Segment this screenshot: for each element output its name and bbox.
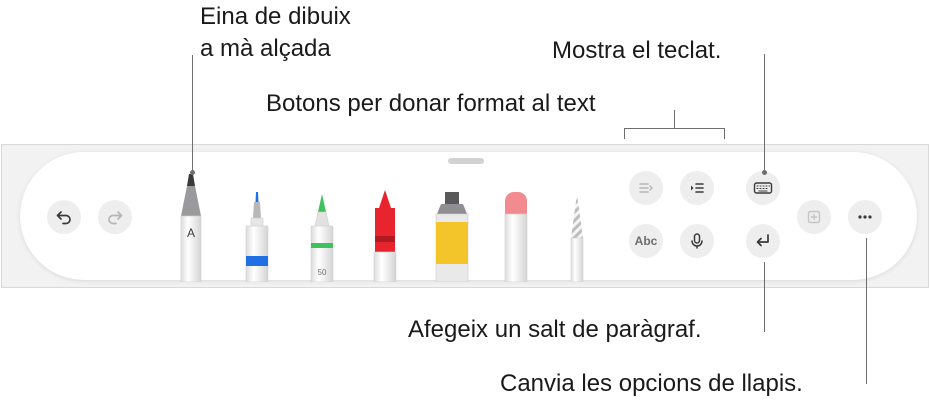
indent-button[interactable] [680,171,714,205]
return-icon [756,234,769,247]
pen-tool[interactable] [244,192,270,282]
handwriting-tool[interactable]: A [176,174,206,282]
more-icon [858,215,872,219]
redo-icon [108,211,123,225]
paint-color-block [436,222,468,264]
marker-tool[interactable]: 50 [309,192,335,282]
leader-keyboard-dot [762,170,767,175]
lasso-tool[interactable] [565,194,589,282]
paragraph-break-button[interactable] [746,224,780,258]
keyboard-icon [753,182,773,194]
align-icon [639,183,653,193]
indent-icon [691,183,704,193]
pen-color-band [246,256,268,266]
dictation-button[interactable] [680,224,714,258]
add-button[interactable] [797,200,831,234]
callout-handwriting-line2: a mà alçada [200,35,331,62]
leader-formatting-bracket [624,128,725,129]
handwriting-tip [187,174,195,186]
pencil-size-label: 50 [318,268,327,277]
align-button[interactable] [629,171,663,205]
callout-options: Canvia les opcions de llapis. [500,370,803,397]
palette-grabber[interactable] [448,158,484,164]
microphone-icon [691,233,703,249]
eraser-tool[interactable] [502,192,530,282]
leader-paragraph [764,262,765,332]
text-style-label: Abc [634,234,658,248]
callout-formatting: Botons per donar format al text [266,90,596,117]
crayon-tool[interactable] [370,190,400,282]
leader-keyboard [764,54,765,172]
leader-options [866,238,867,384]
undo-button[interactable] [47,200,81,234]
callout-keyboard: Mostra el teclat. [552,37,722,64]
leader-handwriting-dot [190,170,195,175]
leader-formatting-left [624,128,625,139]
show-keyboard-button[interactable] [746,171,780,205]
callout-paragraph: Afegeix un salt de paràgraf. [408,316,702,343]
text-style-button[interactable]: Abc [629,224,663,258]
callout-handwriting-line1: Eina de dibuix [200,3,351,30]
plus-square-icon [807,210,821,224]
leader-formatting-right [724,128,725,139]
handwriting-letter: A [187,226,195,240]
leader-handwriting [192,55,193,171]
watercolor-tool[interactable] [433,192,471,282]
leader-formatting-stem [674,110,675,128]
undo-icon [56,211,71,225]
redo-button[interactable] [98,200,132,234]
pencil-options-button[interactable] [848,200,882,234]
marker-color-band [311,243,333,248]
